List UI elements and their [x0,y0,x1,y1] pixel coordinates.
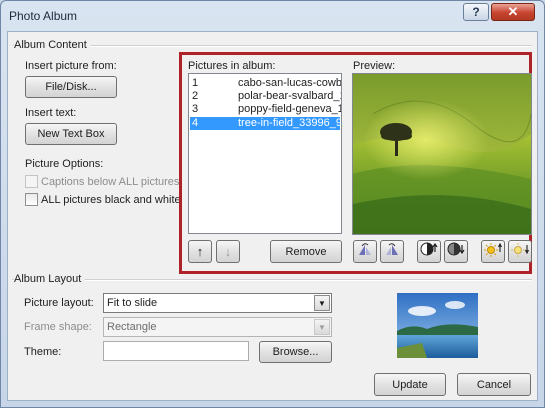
brightness-up-icon [484,242,502,257]
list-item[interactable]: 1 cabo-san-lucas-cowbo [189,77,341,90]
title-bar[interactable]: Photo Album ? ✕ [1,1,544,31]
rotate-right-button[interactable] [380,240,404,263]
black-white-checkbox-label: ALL pictures black and white [41,194,181,206]
move-up-icon: ↑ [196,244,204,259]
chevron-down-icon[interactable]: ▼ [314,295,330,311]
photo-album-dialog: Photo Album ? ✕ Album Content Insert pic… [0,0,545,408]
tree-in-field-preview-image [353,74,531,234]
new-text-box-button[interactable]: New Text Box [25,123,117,145]
black-white-checkbox[interactable] [25,193,38,206]
dialog-body: Album Content Insert picture from: File/… [7,31,538,401]
preview-label: Preview: [353,60,396,72]
preview-pane [352,73,532,235]
rotate-right-icon [386,243,398,255]
frame-shape-value: Rectangle [107,321,157,333]
brightness-up-button[interactable] [481,240,505,263]
list-item[interactable]: 3 poppy-field-geneva_1 [189,103,341,116]
update-button-label: Update [392,378,428,391]
file-disk-button[interactable]: File/Disk... [25,76,117,98]
contrast-up-button[interactable] [417,240,441,263]
pictures-in-album-label: Pictures in album: [188,60,276,72]
list-item-selected[interactable]: 4 tree-in-field_33996_9 [190,117,340,130]
browse-button[interactable]: Browse... [259,341,332,363]
picture-layout-combo[interactable]: Fit to slide ▼ [103,293,332,313]
cancel-button-label: Cancel [476,378,512,391]
close-button[interactable]: ✕ [491,3,535,21]
rotate-left-button[interactable] [353,240,377,263]
album-layout-divider [12,279,532,281]
captions-checkbox[interactable] [25,175,38,188]
frame-shape-combo[interactable]: Rectangle ▼ [103,317,332,337]
theme-label: Theme: [24,346,62,358]
insert-text-label: Insert text: [25,107,77,119]
update-button[interactable]: Update [374,373,446,396]
layout-preview-thumbnail [397,293,478,358]
brightness-down-icon [511,243,529,257]
picture-layout-value: Fit to slide [107,297,158,309]
insert-picture-label: Insert picture from: [25,60,117,72]
layout-preview-image [397,293,478,358]
brightness-down-button[interactable] [508,240,532,263]
help-button[interactable]: ? [463,3,489,21]
frame-shape-label: Frame shape: [24,321,92,333]
picture-layout-label: Picture layout: [24,297,94,309]
contrast-down-icon [447,242,465,256]
move-up-button[interactable]: ↑ [188,240,212,263]
chevron-down-icon[interactable]: ▼ [314,319,330,335]
captions-checkbox-label: Captions below ALL pictures [41,176,180,188]
move-down-icon: ↓ [224,244,232,259]
remove-button[interactable]: Remove [270,240,342,263]
album-layout-group-label: Album Layout [14,273,86,285]
contrast-down-button[interactable] [444,240,468,263]
cancel-button[interactable]: Cancel [457,373,531,396]
window-title: Photo Album [9,9,78,23]
rotate-left-icon [359,243,371,255]
picture-options-label: Picture Options: [25,158,104,170]
list-item[interactable]: 2 polar-bear-svalbard_1 [189,90,341,103]
pictures-listbox[interactable]: 1 cabo-san-lucas-cowbo 2 polar-bear-sval… [188,73,342,234]
album-content-group-label: Album Content [14,39,91,51]
move-down-button[interactable]: ↓ [216,240,240,263]
contrast-up-icon [420,242,438,256]
theme-input[interactable] [103,341,249,361]
